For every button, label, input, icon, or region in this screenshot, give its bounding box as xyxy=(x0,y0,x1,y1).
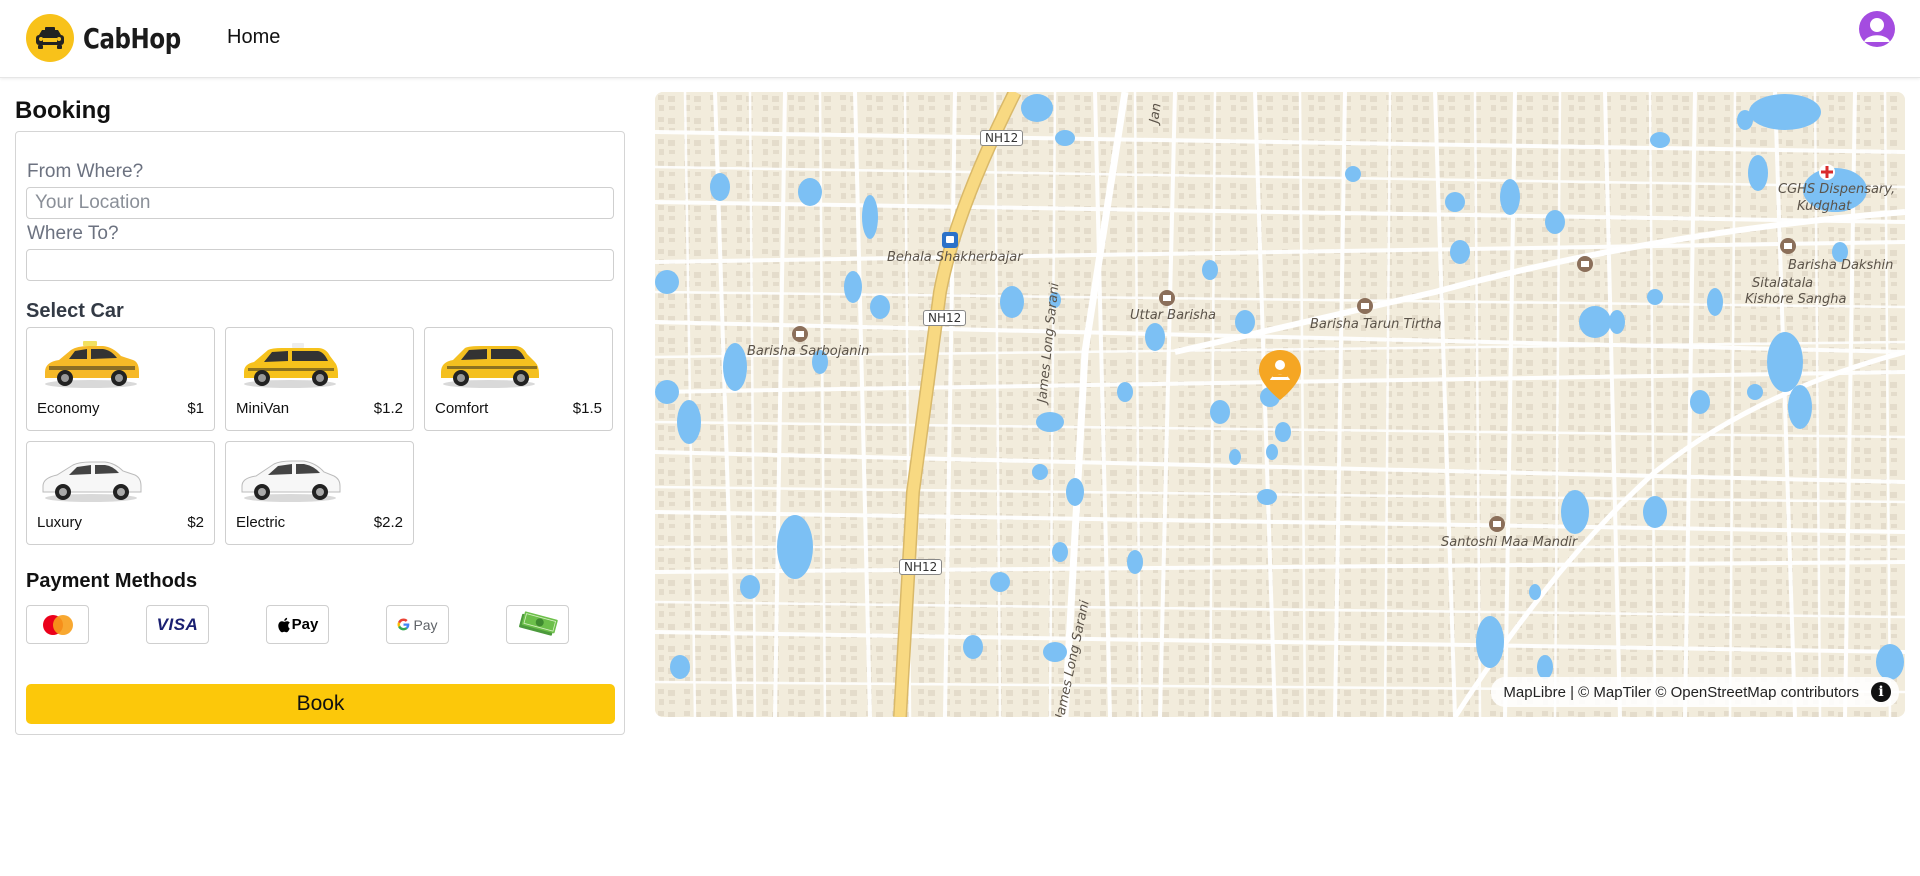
map-label: Santoshi Maa Mandir xyxy=(1441,535,1578,550)
car-price: $2 xyxy=(187,514,204,531)
navbar: CabHop Home xyxy=(0,0,1920,78)
booking-title: Booking xyxy=(15,97,111,124)
map-label: Uttar Barisha xyxy=(1130,308,1216,323)
google-pay-label: Pay xyxy=(413,616,438,633)
car-price: $1 xyxy=(187,400,204,417)
user-avatar-icon[interactable] xyxy=(1859,11,1895,47)
map-label: Barisha Tarun Tirtha xyxy=(1310,317,1442,332)
apple-logo-icon xyxy=(277,617,290,632)
mastercard-icon xyxy=(42,614,73,635)
road-shield: NH12 xyxy=(923,310,967,326)
car-option-economy[interactable]: Economy $1 xyxy=(26,327,215,431)
destination-input[interactable] xyxy=(26,249,614,281)
car-option-minivan[interactable]: MiniVan $1.2 xyxy=(225,327,414,431)
map-label: Barisha Dakshin xyxy=(1788,258,1894,273)
car-price: $2.2 xyxy=(373,514,403,531)
car-name: Luxury xyxy=(37,514,83,531)
apple-pay-label: Pay xyxy=(291,616,319,633)
map-view[interactable]: NH12 NH12 NH12 Behala Shakherbajar Baris… xyxy=(655,92,1905,717)
select-car-title: Select Car xyxy=(26,300,124,322)
car-option-luxury[interactable]: Luxury $2 xyxy=(26,441,215,545)
map-label: Barisha Sarbojanin xyxy=(747,344,870,359)
payment-visa-button[interactable]: VISA xyxy=(146,605,209,644)
map-attribution: MapLibre | © MapTiler © OpenStreetMap co… xyxy=(1491,677,1899,707)
car-option-comfort[interactable]: Comfort $1.5 xyxy=(424,327,613,431)
map-label: Sitalatala xyxy=(1752,276,1814,291)
from-location-input[interactable] xyxy=(26,187,614,219)
to-label: Where To? xyxy=(27,223,119,244)
map-label: Behala Shakherbajar xyxy=(887,250,1023,265)
attribution-text[interactable]: MapLibre | © MapTiler © OpenStreetMap co… xyxy=(1503,684,1859,701)
comfort-car-icon xyxy=(441,346,539,388)
payment-apple-pay-button[interactable]: Pay xyxy=(266,605,329,644)
economy-car-icon xyxy=(45,341,139,388)
visa-icon: VISA xyxy=(156,614,199,634)
car-name: MiniVan xyxy=(236,400,290,417)
map-label: Kudghat xyxy=(1797,199,1852,214)
payment-google-pay-button[interactable]: Pay xyxy=(386,605,449,644)
nav-home-link[interactable]: Home xyxy=(227,26,280,49)
payment-cash-button[interactable] xyxy=(506,605,569,644)
electric-car-icon xyxy=(241,460,341,502)
map-label: Kishore Sangha xyxy=(1745,292,1847,307)
car-name: Economy xyxy=(37,400,100,417)
car-price: $1.5 xyxy=(572,400,602,417)
current-location-pin-icon[interactable] xyxy=(1257,348,1303,409)
cash-icon xyxy=(518,610,558,636)
minivan-car-icon xyxy=(244,343,338,388)
car-name: Electric xyxy=(236,514,286,531)
brand-logo[interactable]: CabHop xyxy=(26,14,202,62)
google-g-icon xyxy=(397,618,410,631)
road-shield: NH12 xyxy=(980,130,1024,146)
from-label: From Where? xyxy=(27,161,144,182)
road-shield: NH12 xyxy=(899,559,943,575)
booking-panel: From Where? Where To? Select Car Economy… xyxy=(15,131,625,735)
map-label: CGHS Dispensary, xyxy=(1778,182,1896,197)
brand-name: CabHop xyxy=(83,21,181,55)
book-button[interactable]: Book xyxy=(26,684,615,724)
luxury-car-icon xyxy=(42,461,142,502)
taxi-logo-icon xyxy=(26,14,74,62)
car-name: Comfort xyxy=(435,400,489,417)
info-icon[interactable]: i xyxy=(1871,682,1891,702)
payment-mastercard-button[interactable] xyxy=(26,605,89,644)
car-option-electric[interactable]: Electric $2.2 xyxy=(225,441,414,545)
map-street-label: Jan xyxy=(1147,102,1165,125)
car-price: $1.2 xyxy=(373,400,403,417)
payment-methods-title: Payment Methods xyxy=(26,570,198,592)
